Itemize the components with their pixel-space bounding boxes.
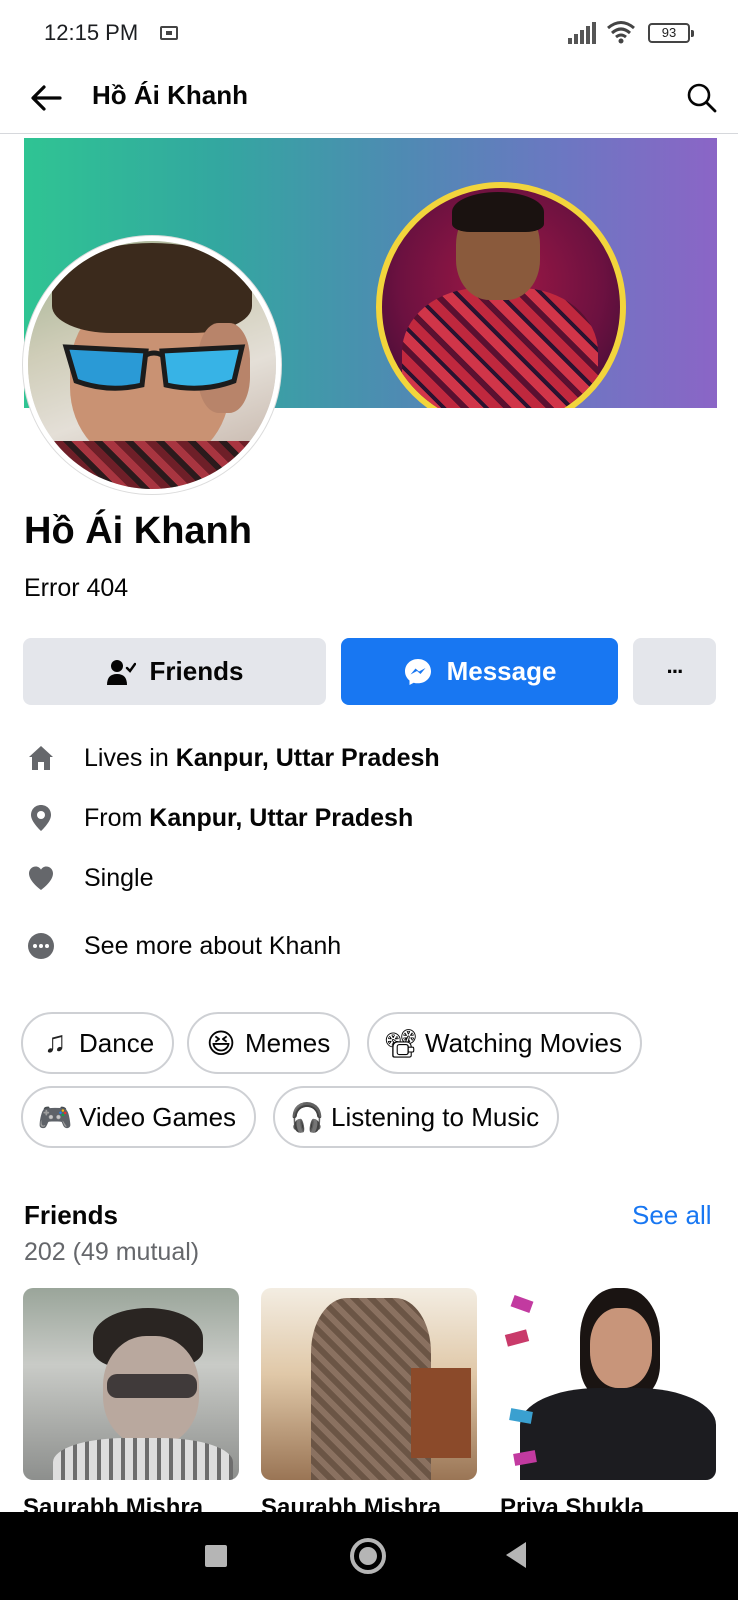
profile-name: Hồ Ái Khanh	[24, 510, 252, 552]
from-value[interactable]: Kanpur, Uttar Pradesh	[149, 804, 413, 833]
see-all-friends-link[interactable]: See all	[632, 1200, 712, 1231]
hobby-chip-watching-movies[interactable]: 📽 Watching Movies	[367, 1012, 642, 1074]
home-icon	[24, 741, 58, 775]
hobby-chip-dance[interactable]: ♫ Dance	[21, 1012, 175, 1074]
friends-button-label: Friends	[149, 656, 244, 686]
home-nav-icon[interactable]	[350, 1538, 386, 1574]
system-nav-bar	[0, 1512, 738, 1600]
detail-relationship: Single	[24, 860, 154, 896]
media-notification-icon	[160, 26, 178, 40]
status-time: 12:15 PM	[44, 20, 139, 45]
laughing-emoji-icon: 😆	[206, 1027, 236, 1059]
friends-count: 202 (49 mutual)	[24, 1238, 200, 1266]
status-bar: 12:15 PM 93	[0, 0, 738, 66]
friend-photo[interactable]	[261, 1288, 477, 1480]
location-pin-icon	[24, 801, 58, 835]
hobby-label: Video Games	[79, 1101, 237, 1132]
hobby-chip-video-games[interactable]: 🎮 Video Games	[21, 1086, 257, 1148]
friend-photo[interactable]	[500, 1288, 716, 1480]
back-nav-icon[interactable]	[506, 1542, 526, 1568]
see-more-label: See more about Khanh	[84, 931, 342, 960]
cover-portrait	[376, 182, 626, 408]
profile-bio: Error 404	[24, 574, 129, 602]
hobby-label: Watching Movies	[425, 1027, 622, 1058]
message-button-label: Message	[446, 656, 557, 686]
friends-section-title: Friends	[24, 1200, 118, 1230]
signal-icon	[568, 22, 596, 44]
battery-icon: 93	[648, 23, 694, 43]
recent-apps-icon[interactable]	[205, 1545, 227, 1567]
wifi-icon	[607, 21, 635, 44]
lives-in-value[interactable]: Kanpur, Uttar Pradesh	[176, 744, 440, 773]
detail-lives-in: Lives in Kanpur, Uttar Pradesh	[24, 740, 440, 776]
more-options-icon: ···	[666, 658, 685, 684]
hobby-label: Listening to Music	[331, 1101, 540, 1132]
back-arrow-icon[interactable]	[26, 78, 66, 118]
hobby-chip-listening-to-music[interactable]: 🎧 Listening to Music	[273, 1086, 560, 1148]
lives-in-prefix: Lives in	[84, 743, 176, 772]
profile-picture[interactable]	[23, 236, 281, 494]
from-prefix: From	[84, 803, 150, 832]
message-button[interactable]: Message	[341, 638, 618, 705]
music-note-icon: ♫	[43, 1026, 67, 1059]
search-icon[interactable]	[682, 78, 722, 118]
header-title: Hồ Ái Khanh	[92, 80, 248, 110]
movie-projector-icon: 📽	[383, 1027, 419, 1059]
app-header: Hồ Ái Khanh	[0, 66, 738, 134]
see-more-about[interactable]: See more about Khanh	[24, 928, 341, 964]
hobby-label: Dance	[79, 1027, 155, 1058]
heart-icon	[24, 861, 58, 895]
friend-photo[interactable]	[23, 1288, 239, 1480]
hobby-chip-memes[interactable]: 😆 Memes	[187, 1012, 351, 1074]
more-dots-icon	[24, 929, 58, 963]
hobby-label: Memes	[245, 1027, 331, 1058]
relationship-status: Single	[84, 863, 154, 892]
detail-from: From Kanpur, Uttar Pradesh	[24, 800, 413, 836]
messenger-icon	[404, 658, 431, 685]
friends-button[interactable]: Friends	[23, 638, 326, 705]
headphones-icon: 🎧	[289, 1101, 325, 1133]
game-controller-icon: 🎮	[37, 1101, 73, 1133]
more-options-button[interactable]: ···	[633, 638, 716, 705]
friends-check-icon	[106, 659, 136, 685]
